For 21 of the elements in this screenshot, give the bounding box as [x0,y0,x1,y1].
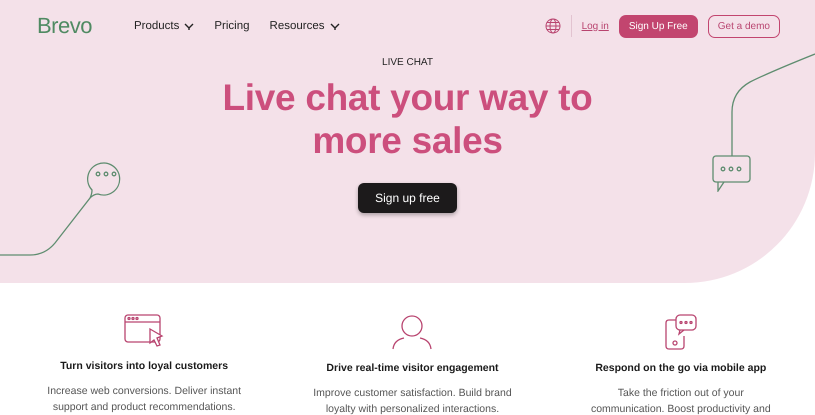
nav-link[interactable]: Resources [270,20,340,32]
feature-description: Increase web conversions. Deliver instant support and product recommendations. [47,384,242,415]
login-link[interactable]: Log in [582,20,609,32]
nav-link[interactable]: Pricing [214,20,250,32]
nav-link[interactable]: Products [134,20,194,32]
feature-title: Drive real-time visitor engagement [326,362,499,374]
chevron-icon [184,22,194,30]
eyebrow-label: LIVE CHAT [382,57,433,68]
feature-description: Improve customer satisfaction. Build brand loyalty with personalized interactions. [313,386,512,415]
signup-button[interactable]: Sign Up Free [618,14,698,38]
demo-button[interactable]: Get a demo [708,14,780,38]
feature-title: Respond on the go via mobile app [595,362,766,374]
hero-title: Live chat your way to more sales [222,76,592,163]
globe-icon[interactable] [544,18,561,34]
signup-button[interactable]: Sign up free [358,182,457,213]
feature-title: Turn visitors into loyal customers [60,360,228,372]
browser-cursor-icon [124,314,164,348]
chevron-icon [330,22,340,30]
feature-description: Take the friction out of your communication. Boost productivity and [590,386,771,415]
person-icon [392,314,432,350]
phone-chat-icon [664,314,697,350]
